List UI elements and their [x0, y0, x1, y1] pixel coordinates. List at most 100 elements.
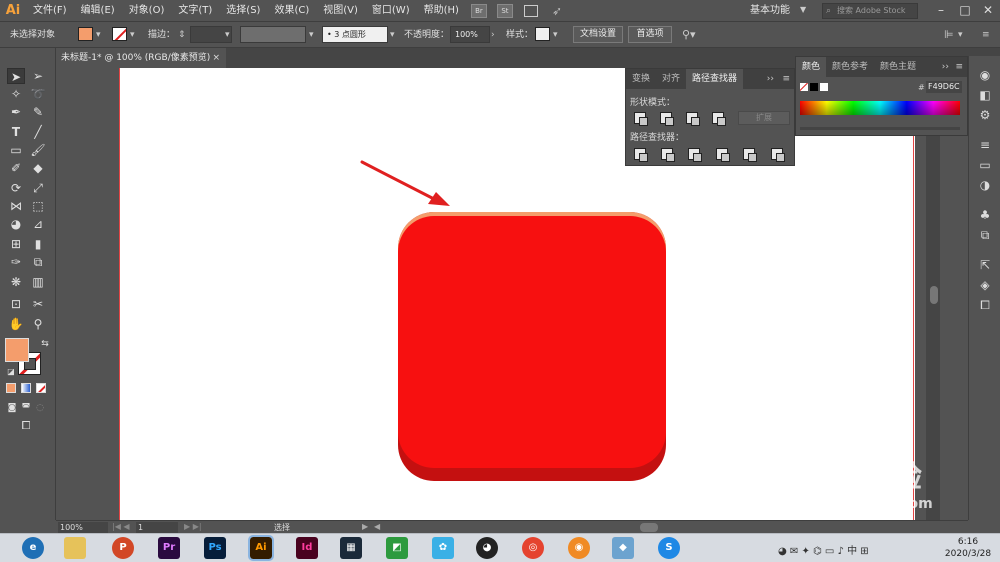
taskbar-indesign[interactable]: Id — [296, 537, 318, 559]
trim-icon[interactable] — [661, 148, 675, 162]
tab-color-guide[interactable]: 颜色参考 — [826, 57, 874, 77]
red-rounded-rectangle[interactable] — [398, 216, 666, 468]
rectangle-tool-icon[interactable]: ▭ — [7, 142, 25, 158]
color-mode-button[interactable] — [6, 383, 16, 393]
taskbar-explorer[interactable] — [64, 537, 86, 559]
shape-builder-tool-icon[interactable]: ◕ — [7, 216, 25, 232]
maximize-button[interactable]: □ — [954, 0, 976, 22]
color-panel-menu-icon[interactable]: ≡ — [955, 62, 963, 72]
color-guide-icon[interactable]: ◧ — [978, 88, 992, 102]
control-menu-icon[interactable]: ≡ — [982, 27, 990, 43]
panel-collapse-icon[interactable]: ›› — [767, 74, 774, 84]
opacity-arrow-icon[interactable]: › — [491, 27, 495, 43]
swap-fill-stroke-icon[interactable]: ⇆ — [36, 336, 54, 352]
unite-icon[interactable] — [634, 112, 648, 126]
hand-tool-icon[interactable]: ✋ — [7, 316, 25, 332]
none-swatch[interactable] — [800, 83, 808, 91]
symbols-icon[interactable]: ♣ — [978, 208, 992, 222]
workspace-switcher[interactable]: 基本功能 — [750, 0, 790, 22]
taskbar-powerpoint[interactable]: P — [112, 537, 134, 559]
selection-tool-icon[interactable]: ➤ — [7, 68, 25, 84]
artboards-icon[interactable]: ⧠ — [978, 298, 992, 312]
intersect-icon[interactable] — [686, 112, 700, 126]
expand-button[interactable]: 扩展 — [738, 111, 790, 125]
taskbar-fox[interactable]: ◉ — [568, 537, 590, 559]
fill-color-indicator[interactable] — [5, 338, 29, 362]
taskbar-photoshop[interactable]: Ps — [204, 537, 226, 559]
tab-align[interactable]: 对齐 — [656, 69, 686, 89]
taskbar-media[interactable]: ◩ — [386, 537, 408, 559]
merge-icon[interactable] — [688, 148, 702, 162]
align-panel-icon[interactable]: ⊫ — [944, 27, 954, 43]
default-colors-icon[interactable]: ◪ — [2, 364, 20, 380]
shaper-tool-icon[interactable]: ✐ — [7, 160, 25, 176]
taskbar-bird[interactable]: ✿ — [432, 537, 454, 559]
taskbar-video[interactable]: ▦ — [340, 537, 362, 559]
gradient-mode-button[interactable] — [21, 383, 31, 393]
close-tab-icon[interactable]: × — [212, 48, 220, 68]
status-menu-icon[interactable]: ▶ — [362, 522, 368, 531]
curvature-tool-icon[interactable]: ✎ — [29, 104, 47, 120]
artboard-tool-icon[interactable]: ⊡ — [7, 296, 25, 312]
layers-icon[interactable]: ◈ — [978, 278, 992, 292]
align-dropdown-icon[interactable]: ▾ — [958, 27, 963, 43]
menu-object[interactable]: 对象(O) — [122, 0, 172, 22]
tab-pathfinder[interactable]: 路径查找器 — [686, 69, 744, 89]
minus-front-icon[interactable] — [660, 112, 674, 126]
tab-color-themes[interactable]: 颜色主题 — [874, 57, 922, 77]
taskbar-tile[interactable]: ◆ — [612, 537, 634, 559]
gradient-tool-icon[interactable]: ▮ — [29, 236, 47, 252]
menu-type[interactable]: 文字(T) — [171, 0, 219, 22]
blend-tool-icon[interactable]: ⧉ — [29, 254, 47, 270]
scrollbar-thumb[interactable] — [930, 286, 938, 304]
preferences-button[interactable]: 首选项 — [628, 26, 672, 43]
fill-dropdown-icon[interactable]: ▾ — [96, 27, 101, 43]
graphic-styles-icon[interactable]: ⧉ — [978, 228, 992, 242]
white-swatch[interactable] — [820, 83, 828, 91]
draw-inside-icon[interactable]: ◌ — [31, 400, 49, 416]
menu-file[interactable]: 文件(F) — [26, 0, 74, 22]
menu-effect[interactable]: 效果(C) — [267, 0, 316, 22]
gpu-performance-icon[interactable]: ➶ — [552, 4, 562, 18]
lasso-tool-icon[interactable]: ➰ — [29, 86, 47, 102]
menu-window[interactable]: 窗口(W) — [365, 0, 417, 22]
magic-wand-tool-icon[interactable]: ✧ — [7, 86, 25, 102]
rotate-tool-icon[interactable]: ⟳ — [7, 180, 25, 196]
fill-swatch[interactable] — [78, 27, 93, 41]
stock-button[interactable]: St — [496, 3, 513, 18]
none-mode-button[interactable] — [36, 383, 46, 393]
scroll-left-icon[interactable]: ◀ — [374, 522, 380, 531]
arrange-icon[interactable]: ⚲▾ — [682, 27, 696, 43]
crop-icon[interactable] — [716, 148, 730, 162]
taskbar-qq[interactable]: ◕ — [476, 537, 498, 559]
taskbar-edge[interactable]: e — [22, 537, 44, 559]
slice-tool-icon[interactable]: ✂ — [29, 296, 47, 312]
tab-transform[interactable]: 变换 — [626, 69, 656, 89]
symbol-sprayer-tool-icon[interactable]: ❋ — [7, 274, 25, 290]
style-dropdown-icon[interactable]: ▾ — [553, 27, 558, 43]
type-tool-icon[interactable]: T — [7, 124, 25, 140]
variable-width-profile[interactable] — [240, 26, 306, 43]
chevron-down-icon[interactable]: ▼ — [800, 5, 806, 14]
stroke-panel-icon[interactable]: ≡ — [978, 138, 992, 152]
bridge-button[interactable]: Br — [470, 3, 487, 18]
zoom-tool-icon[interactable]: ⚲ — [29, 316, 47, 332]
free-transform-tool-icon[interactable]: ⬚ — [29, 198, 47, 214]
stroke-swatch[interactable] — [112, 27, 127, 41]
tray-icons[interactable]: ◕ ✉ ✦ ⌬ ▭ ♪ 中 ⊞ — [778, 542, 869, 557]
outline-icon[interactable] — [743, 148, 757, 162]
close-window-button[interactable]: ✕ — [977, 0, 999, 22]
next-artboard-icon[interactable]: ▶ ▶| — [184, 522, 202, 531]
black-swatch[interactable] — [810, 83, 818, 91]
stock-search-input[interactable]: ⌕ 搜索 Adobe Stock — [822, 3, 918, 19]
brush-dropdown-icon[interactable]: ▾ — [390, 27, 395, 43]
minus-back-icon[interactable] — [771, 148, 785, 162]
taskbar-premiere[interactable]: Pr — [158, 537, 180, 559]
hex-input[interactable]: F49D6C — [926, 81, 962, 93]
brush-definition[interactable]: • 3 点圆形 — [322, 26, 388, 43]
color-panel-collapse-icon[interactable]: ›› — [942, 62, 949, 72]
menu-select[interactable]: 选择(S) — [219, 0, 267, 22]
paintbrush-tool-icon[interactable]: 🖌 — [29, 142, 47, 158]
eyedropper-tool-icon[interactable]: ✑ — [7, 254, 25, 270]
stroke-dropdown-icon[interactable]: ▾ — [130, 27, 135, 43]
